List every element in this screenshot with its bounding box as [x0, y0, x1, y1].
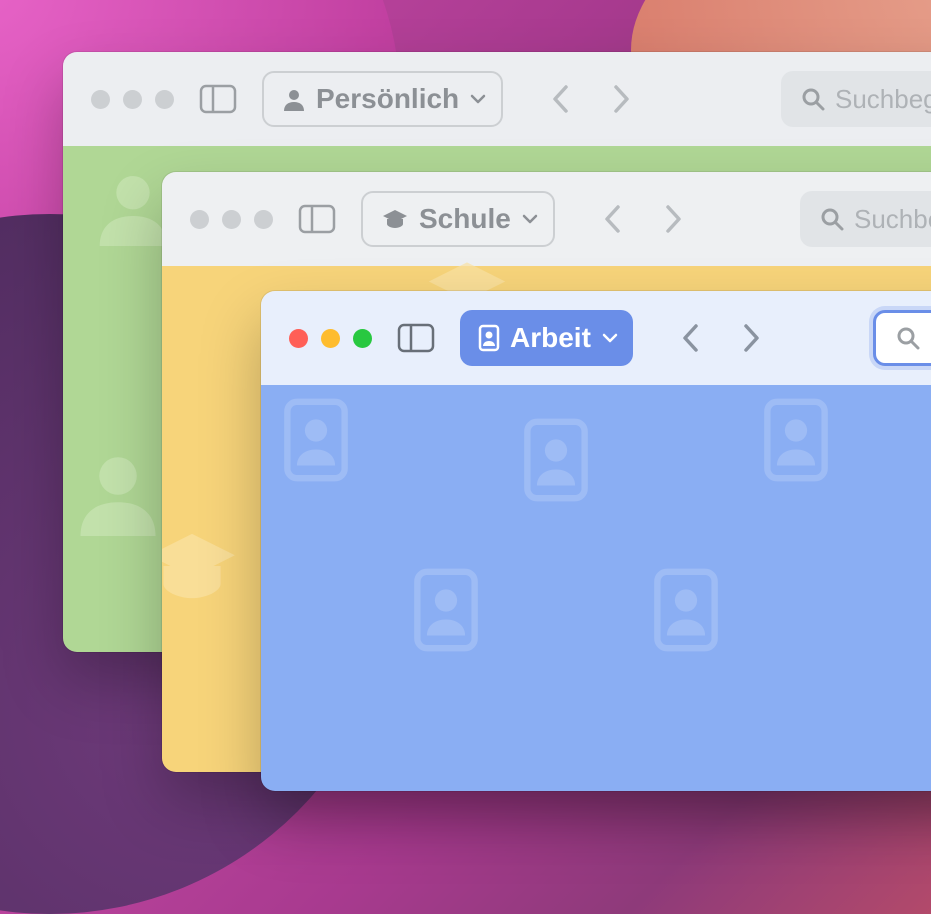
- zoom-button[interactable]: [155, 90, 174, 109]
- search-icon: [801, 87, 825, 111]
- graduation-cap-icon: [381, 208, 409, 230]
- search-field[interactable]: [781, 71, 931, 127]
- chevron-down-icon: [521, 210, 539, 228]
- sidebar-toggle-button[interactable]: [194, 78, 242, 120]
- zoom-button[interactable]: [254, 210, 273, 229]
- chevron-left-icon: [551, 84, 569, 114]
- chevron-right-icon: [665, 204, 683, 234]
- person-icon: [282, 87, 306, 111]
- search-icon: [896, 326, 920, 350]
- traffic-lights: [289, 329, 372, 348]
- profile-switcher-button[interactable]: Persönlich: [262, 71, 503, 127]
- chevron-right-icon: [743, 323, 761, 353]
- forward-button[interactable]: [735, 317, 769, 359]
- search-input[interactable]: [854, 204, 931, 235]
- zoom-button[interactable]: [353, 329, 372, 348]
- profile-label: Persönlich: [316, 83, 459, 115]
- search-input[interactable]: [835, 84, 931, 115]
- content-area: [261, 385, 931, 791]
- sidebar-icon: [298, 204, 336, 234]
- profile-switcher-button[interactable]: Arbeit: [460, 310, 633, 366]
- sidebar-icon: [199, 84, 237, 114]
- sidebar-toggle-button[interactable]: [293, 198, 341, 240]
- person-icon: [73, 446, 163, 541]
- id-badge-icon: [521, 415, 591, 510]
- nav-buttons: [543, 78, 639, 120]
- graduation-cap-icon: [162, 526, 242, 611]
- id-badge-icon: [411, 565, 481, 660]
- back-button[interactable]: [543, 78, 577, 120]
- profile-switcher-button[interactable]: Schule: [361, 191, 555, 247]
- chevron-right-icon: [613, 84, 631, 114]
- browser-window-work: Arbeit: [261, 291, 931, 791]
- toolbar: Arbeit: [261, 291, 931, 385]
- id-badge-icon: [761, 395, 831, 490]
- id-badge-icon: [651, 565, 721, 660]
- id-badge-icon: [281, 395, 351, 490]
- nav-buttons: [595, 198, 691, 240]
- forward-button[interactable]: [605, 78, 639, 120]
- profile-label: Arbeit: [510, 322, 591, 354]
- search-icon: [820, 207, 844, 231]
- close-button[interactable]: [289, 329, 308, 348]
- toolbar: Persönlich: [63, 52, 931, 146]
- sidebar-icon: [397, 323, 435, 353]
- search-field[interactable]: [873, 310, 931, 366]
- chevron-down-icon: [601, 329, 619, 347]
- back-button[interactable]: [595, 198, 629, 240]
- forward-button[interactable]: [657, 198, 691, 240]
- id-badge-icon: [478, 324, 500, 352]
- traffic-lights: [190, 210, 273, 229]
- chevron-left-icon: [681, 323, 699, 353]
- minimize-button[interactable]: [321, 329, 340, 348]
- chevron-left-icon: [603, 204, 621, 234]
- search-field[interactable]: [800, 191, 931, 247]
- traffic-lights: [91, 90, 174, 109]
- chevron-down-icon: [469, 90, 487, 108]
- close-button[interactable]: [91, 90, 110, 109]
- sidebar-toggle-button[interactable]: [392, 317, 440, 359]
- person-icon: [93, 166, 173, 251]
- minimize-button[interactable]: [222, 210, 241, 229]
- back-button[interactable]: [673, 317, 707, 359]
- minimize-button[interactable]: [123, 90, 142, 109]
- toolbar: Schule: [162, 172, 931, 266]
- profile-label: Schule: [419, 203, 511, 235]
- nav-buttons: [673, 317, 769, 359]
- close-button[interactable]: [190, 210, 209, 229]
